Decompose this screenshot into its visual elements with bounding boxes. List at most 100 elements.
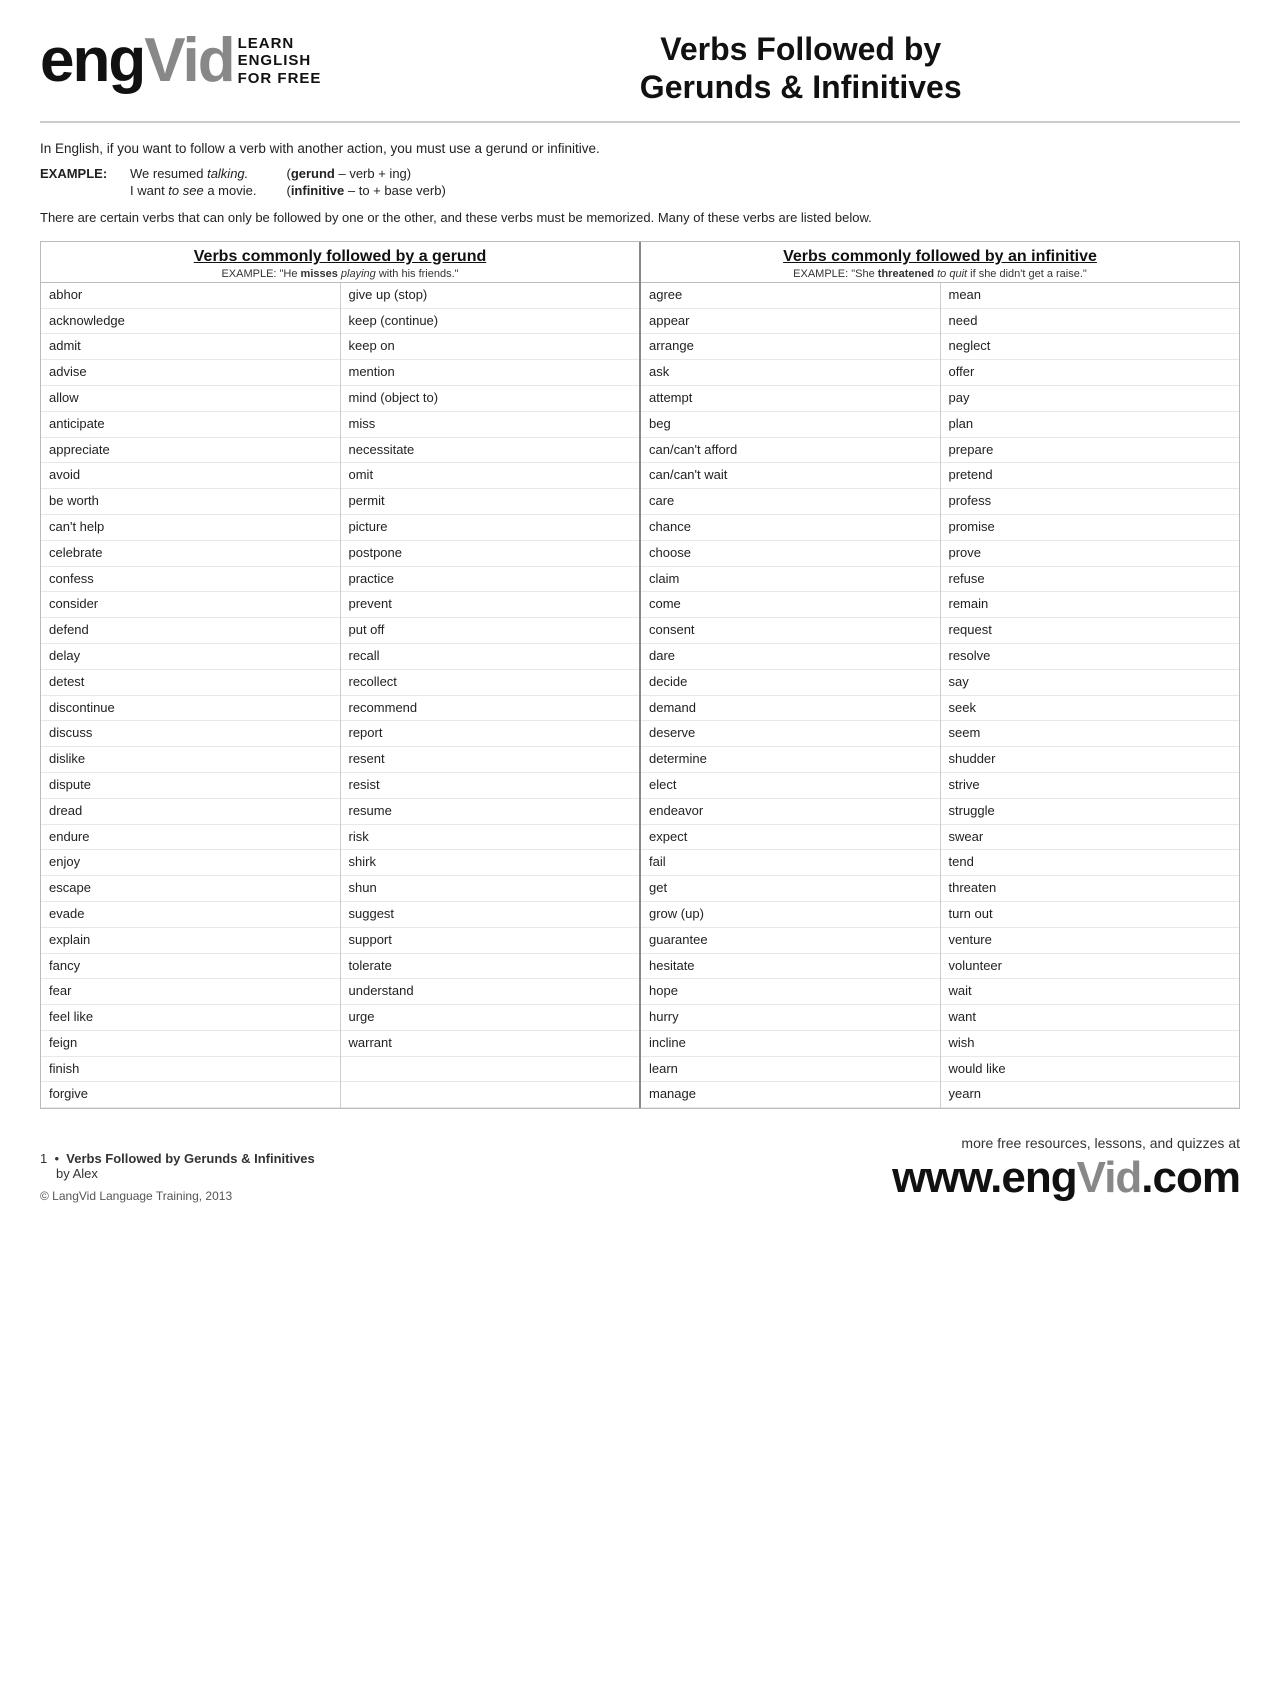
word-cell: resent (341, 747, 640, 773)
word-cell: resume (341, 799, 640, 825)
gerund-section: Verbs commonly followed by a gerund EXAM… (41, 242, 641, 1109)
word-cell: feign (41, 1031, 340, 1057)
word-cell: refuse (941, 567, 1240, 593)
word-cell: neglect (941, 334, 1240, 360)
word-cell: tolerate (341, 954, 640, 980)
main-sections: Verbs commonly followed by a gerund EXAM… (40, 241, 1240, 1110)
body-text: There are certain verbs that can only be… (40, 210, 1240, 225)
word-cell: want (941, 1005, 1240, 1031)
word-cell: can/can't wait (641, 463, 940, 489)
word-cell: delay (41, 644, 340, 670)
word-cell: urge (341, 1005, 640, 1031)
word-cell: be worth (41, 489, 340, 515)
word-cell: ask (641, 360, 940, 386)
footer-bullet: • (54, 1151, 59, 1166)
word-cell: confess (41, 567, 340, 593)
word-cell: tend (941, 850, 1240, 876)
word-cell: suggest (341, 902, 640, 928)
word-cell: warrant (341, 1031, 640, 1057)
word-cell: discontinue (41, 696, 340, 722)
word-cell: seek (941, 696, 1240, 722)
word-cell: care (641, 489, 940, 515)
word-cell: consider (41, 592, 340, 618)
word-cell: celebrate (41, 541, 340, 567)
word-cell: determine (641, 747, 940, 773)
word-cell: manage (641, 1082, 940, 1108)
word-cell: abhor (41, 283, 340, 309)
footer-lesson-ref: 1 • Verbs Followed by Gerunds & Infiniti… (40, 1151, 315, 1166)
word-cell: practice (341, 567, 640, 593)
gerund-word-grid: abhoracknowledgeadmitadviseallowanticipa… (41, 283, 639, 1109)
word-cell: put off (341, 618, 640, 644)
footer-by: by Alex (56, 1166, 315, 1181)
word-cell: advise (41, 360, 340, 386)
word-cell: wish (941, 1031, 1240, 1057)
word-cell: avoid (41, 463, 340, 489)
infinitive-col2: meanneedneglectofferpayplanpreparepreten… (941, 283, 1240, 1109)
word-cell: recommend (341, 696, 640, 722)
word-cell: detest (41, 670, 340, 696)
word-cell: support (341, 928, 640, 954)
example-defs: (gerund – verb + ing) (infinitive – to +… (286, 166, 445, 198)
word-cell: discuss (41, 721, 340, 747)
word-cell: yearn (941, 1082, 1240, 1108)
word-cell: allow (41, 386, 340, 412)
word-cell: chance (641, 515, 940, 541)
word-cell: attempt (641, 386, 940, 412)
word-cell: resolve (941, 644, 1240, 670)
word-cell: finish (41, 1057, 340, 1083)
word-cell: risk (341, 825, 640, 851)
word-cell: fancy (41, 954, 340, 980)
word-cell: fail (641, 850, 940, 876)
word-cell: elect (641, 773, 940, 799)
footer-more-text: more free resources, lessons, and quizze… (892, 1135, 1240, 1151)
header: engVid LEARN ENGLISH FOR FREE Verbs Foll… (40, 30, 1240, 123)
word-cell: arrange (641, 334, 940, 360)
word-cell: venture (941, 928, 1240, 954)
intro-text: In English, if you want to follow a verb… (40, 141, 1240, 156)
infinitive-header: Verbs commonly followed by an infinitive… (641, 242, 1239, 283)
example-def-infinitive: (infinitive – to + base verb) (286, 183, 445, 198)
title-block: Verbs Followed byGerunds & Infinitives (361, 30, 1240, 107)
word-cell: hurry (641, 1005, 940, 1031)
word-cell: profess (941, 489, 1240, 515)
word-cell: permit (341, 489, 640, 515)
word-cell: evade (41, 902, 340, 928)
word-cell: deserve (641, 721, 940, 747)
word-cell: shudder (941, 747, 1240, 773)
gerund-col2: give up (stop)keep (continue)keep onment… (341, 283, 640, 1109)
word-cell: endeavor (641, 799, 940, 825)
word-cell: miss (341, 412, 640, 438)
word-cell: explain (41, 928, 340, 954)
word-cell: need (941, 309, 1240, 335)
word-cell: agree (641, 283, 940, 309)
example-sentence-2: I want to see a movie. (130, 183, 256, 198)
word-cell: endure (41, 825, 340, 851)
word-cell: understand (341, 979, 640, 1005)
word-cell: incline (641, 1031, 940, 1057)
word-cell: picture (341, 515, 640, 541)
word-cell: request (941, 618, 1240, 644)
example-def-gerund: (gerund – verb + ing) (286, 166, 445, 181)
logo: engVid LEARN ENGLISH FOR FREE (40, 30, 321, 92)
footer-right: more free resources, lessons, and quizze… (892, 1135, 1240, 1203)
word-cell: defend (41, 618, 340, 644)
footer: 1 • Verbs Followed by Gerunds & Infiniti… (40, 1127, 1240, 1203)
word-cell: shirk (341, 850, 640, 876)
word-cell: offer (941, 360, 1240, 386)
word-cell (341, 1082, 640, 1108)
logo-text: LEARN ENGLISH FOR FREE (238, 35, 322, 87)
word-cell: guarantee (641, 928, 940, 954)
word-cell: decide (641, 670, 940, 696)
word-cell: get (641, 876, 940, 902)
word-cell: wait (941, 979, 1240, 1005)
gerund-col1: abhoracknowledgeadmitadviseallowanticipa… (41, 283, 341, 1109)
word-cell: dare (641, 644, 940, 670)
word-cell: omit (341, 463, 640, 489)
word-cell: claim (641, 567, 940, 593)
word-cell: would like (941, 1057, 1240, 1083)
infinitive-col1: agreeappeararrangeaskattemptbegcan/can't… (641, 283, 941, 1109)
word-cell: keep (continue) (341, 309, 640, 335)
word-cell: choose (641, 541, 940, 567)
word-cell: prevent (341, 592, 640, 618)
